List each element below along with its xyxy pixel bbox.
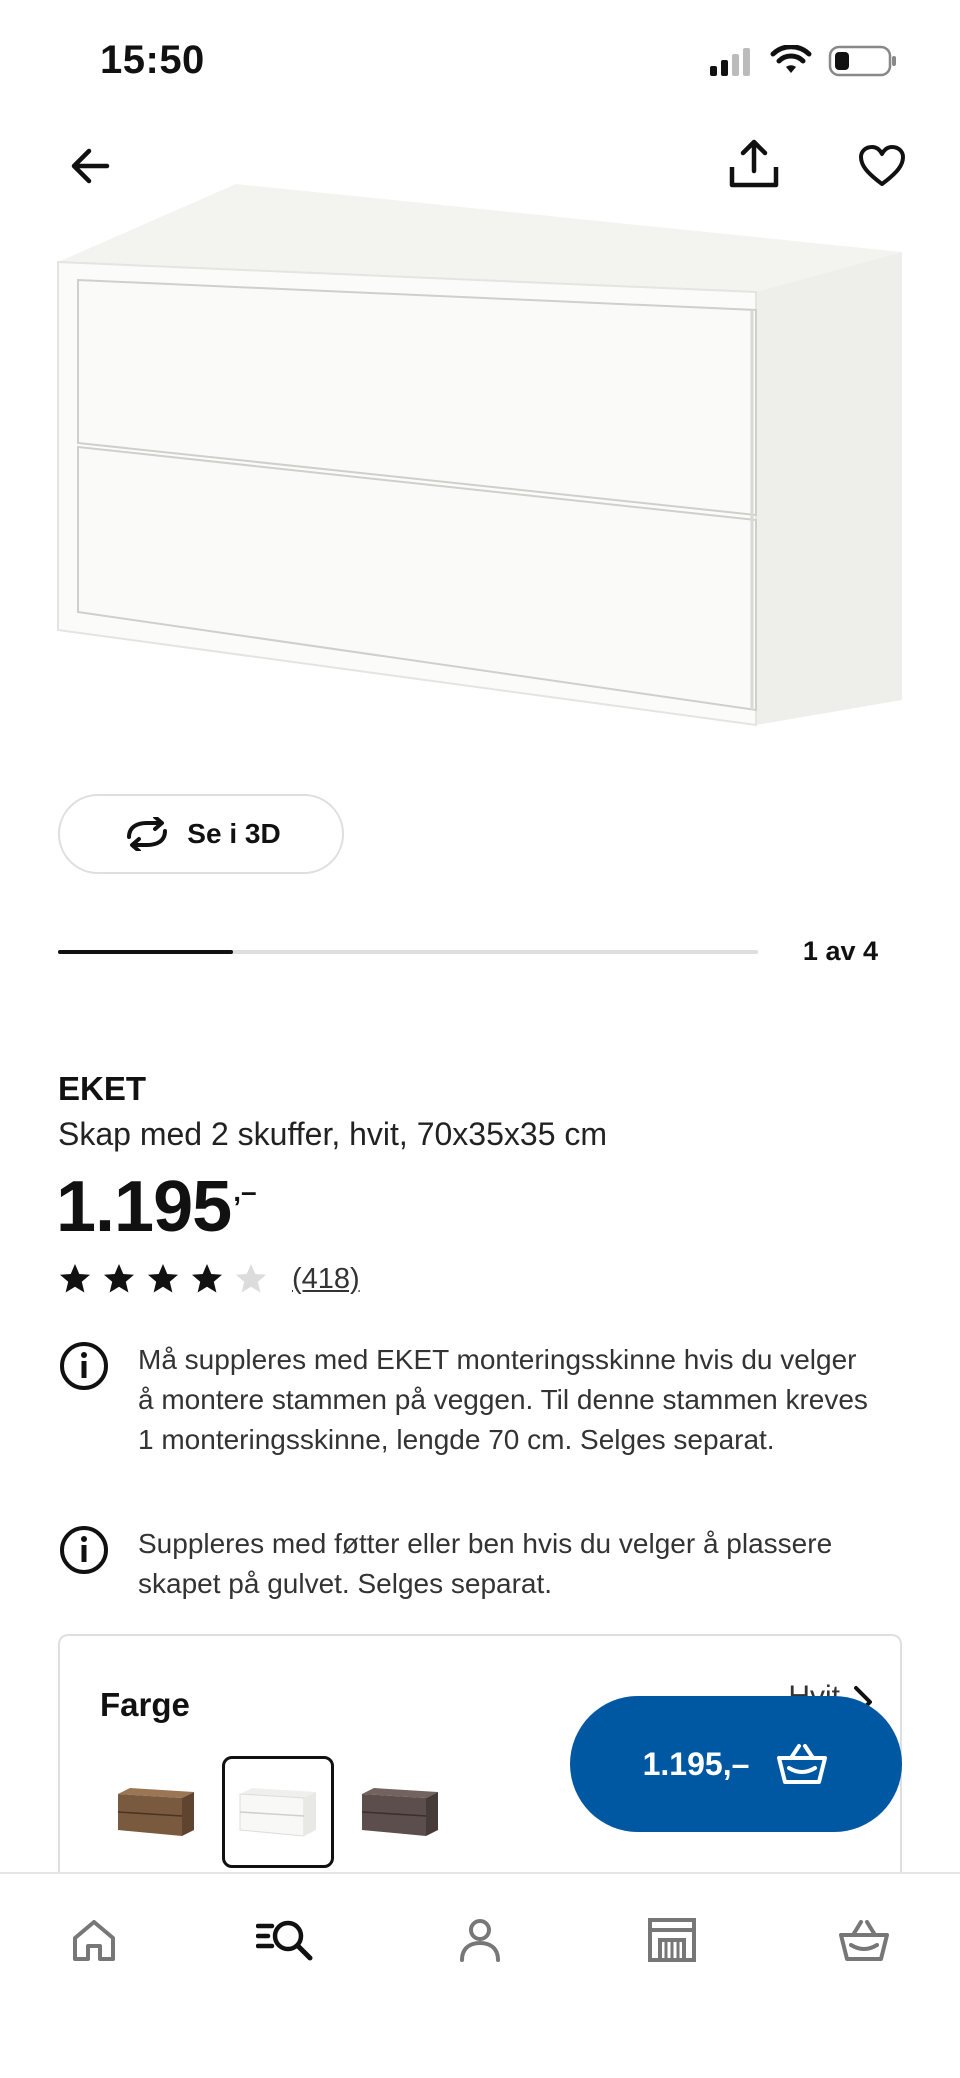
arrow-left-icon <box>71 148 110 184</box>
product-description: Skap med 2 skuffer, hvit, 70x35x35 cm <box>58 1116 608 1152</box>
star-filled-icon <box>104 1264 134 1293</box>
battery-icon <box>828 45 896 77</box>
notice-floor-placement: Suppleres med føtter eller ben hvis du v… <box>58 1524 878 1604</box>
status-bar: 15:50 <box>0 0 960 130</box>
color-section-title: Farge <box>100 1686 190 1723</box>
view-3d-label: Se i 3D <box>187 818 281 849</box>
nav-profile[interactable] <box>444 1904 516 1976</box>
basket-icon <box>839 1920 889 1961</box>
share-icon <box>729 139 779 188</box>
product-price: 1.195 ,– <box>56 1162 257 1252</box>
gallery-progress-fill <box>58 950 233 954</box>
nav-stores[interactable] <box>636 1904 708 1976</box>
price-suffix: ,– <box>233 1176 257 1207</box>
rotate-3d-icon <box>127 817 168 851</box>
share-button[interactable] <box>722 132 786 196</box>
notice-wall-mounting: Må suppleres med EKET monteringsskinne h… <box>58 1340 878 1460</box>
cabinet-thumbnail <box>361 1788 438 1836</box>
bottom-navigation <box>0 1872 960 2078</box>
color-swatch-dark-grey[interactable] <box>344 1756 456 1868</box>
cabinet-thumbnail <box>239 1788 316 1837</box>
gallery-page-indicator: 1 av 4 <box>802 936 878 966</box>
cabinet-image <box>57 184 902 727</box>
notice-text: Må suppleres med EKET monteringsskinne h… <box>138 1344 868 1455</box>
add-to-cart-price: 1.195,– <box>642 1745 750 1782</box>
price-amount: 1.195 <box>56 1167 232 1247</box>
basket-icon <box>777 1744 828 1784</box>
product-image[interactable] <box>56 180 906 740</box>
favorite-button[interactable] <box>850 134 914 198</box>
notice-text: Suppleres med føtter eller ben hvis du v… <box>138 1528 833 1599</box>
add-to-cart-button[interactable]: 1.195,– <box>570 1696 902 1832</box>
product-rating[interactable]: (418) <box>58 1262 360 1296</box>
status-icons <box>708 44 898 78</box>
color-swatch-white[interactable] <box>222 1756 334 1868</box>
star-filled-icon <box>60 1264 90 1293</box>
cabinet-thumbnail <box>117 1788 194 1836</box>
info-icon <box>60 1526 108 1574</box>
search-icon <box>256 1920 313 1961</box>
info-icon <box>60 1342 108 1390</box>
top-nav <box>0 130 960 210</box>
product-brand: EKET <box>58 1070 147 1107</box>
star-filled-icon <box>148 1264 178 1293</box>
heart-icon <box>859 145 905 186</box>
nav-cart[interactable] <box>828 1904 900 1976</box>
status-time: 15:50 <box>100 38 205 82</box>
back-button[interactable] <box>58 134 122 198</box>
star-filled-icon <box>192 1264 222 1293</box>
star-empty-icon <box>236 1264 266 1293</box>
nav-search[interactable] <box>250 1904 322 1976</box>
gallery-progress <box>58 950 758 954</box>
wifi-icon <box>770 45 812 73</box>
store-icon <box>648 1918 696 1962</box>
person-icon <box>460 1919 500 1962</box>
view-3d-button[interactable]: Se i 3D <box>58 794 344 874</box>
nav-home[interactable] <box>58 1904 130 1976</box>
review-count-link[interactable]: (418) <box>292 1263 360 1296</box>
home-icon <box>73 1920 115 1961</box>
color-swatch-walnut[interactable] <box>100 1756 212 1868</box>
cellular-signal-icon <box>710 48 750 76</box>
